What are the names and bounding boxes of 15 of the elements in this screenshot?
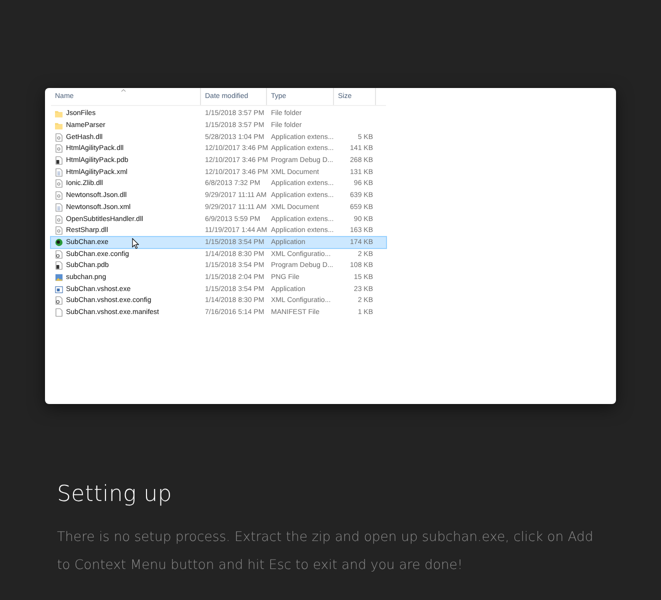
mouse-pointer-icon bbox=[132, 238, 139, 249]
file-icon bbox=[55, 156, 63, 166]
text-file-icon bbox=[55, 168, 63, 177]
folder-icon bbox=[55, 121, 63, 130]
config-file-icon bbox=[55, 250, 63, 259]
folder-icon bbox=[55, 109, 63, 118]
image-file-icon bbox=[55, 272, 63, 282]
sort-caret-icon bbox=[121, 89, 126, 92]
section-paragraph: There is no setup process. Extract the zip and open up subchan.exe, click on Add to Context Menu button and hit Esc to exit and you are done! bbox=[57, 529, 594, 575]
file-icon bbox=[55, 261, 63, 270]
file-icon bbox=[55, 308, 63, 318]
config-file-icon bbox=[55, 296, 63, 306]
window-icon bbox=[55, 284, 63, 294]
text-file-icon bbox=[55, 202, 63, 212]
section-heading: Setting up bbox=[57, 482, 173, 507]
